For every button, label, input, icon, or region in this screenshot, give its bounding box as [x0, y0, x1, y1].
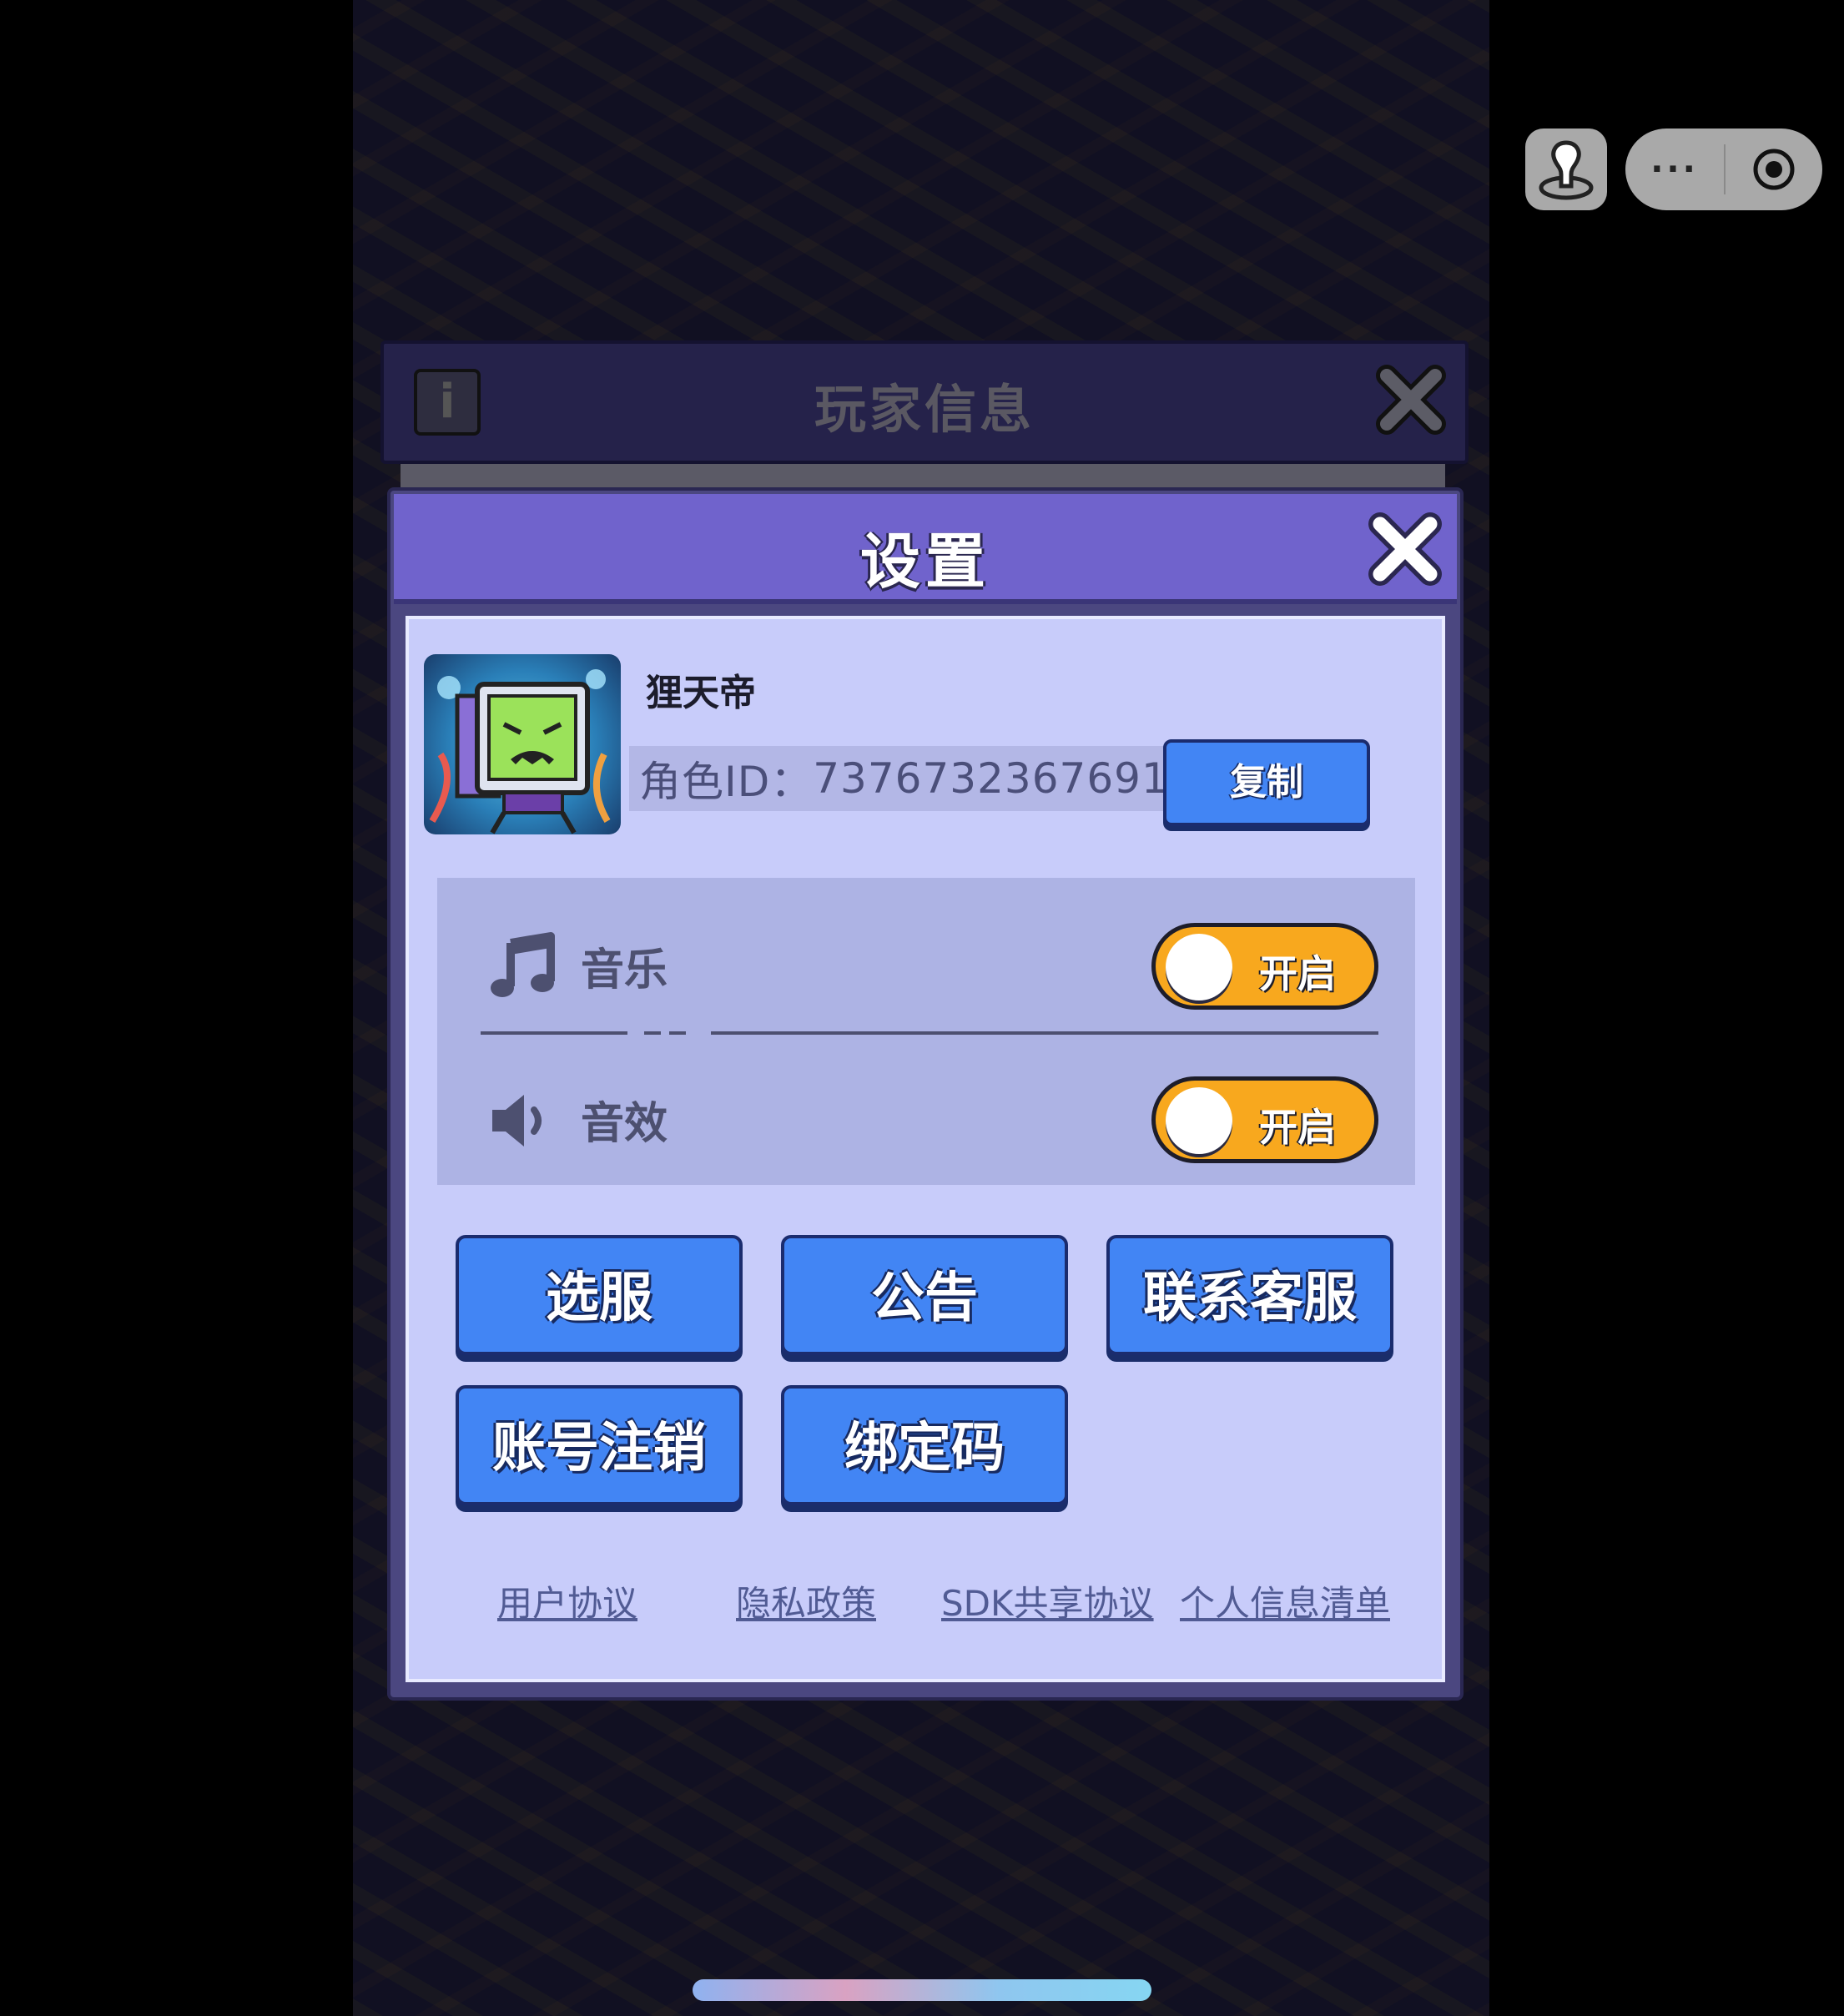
joystick-icon	[1539, 140, 1594, 200]
speaker-icon	[487, 1085, 557, 1158]
settings-close-button[interactable]	[1368, 512, 1442, 589]
settings-header: 设置	[394, 494, 1457, 604]
sound-effect-toggle-label: 开启	[1259, 1105, 1336, 1150]
sound-effect-label: 音效	[581, 1099, 668, 1149]
settings-title: 设置	[859, 527, 990, 597]
player-nickname: 狸天帝	[646, 672, 756, 714]
player-info-panel: i 玩家信息	[380, 340, 1469, 464]
copy-id-button[interactable]: 复制	[1163, 739, 1370, 826]
binding-code-button[interactable]: 绑定码	[781, 1385, 1068, 1505]
contact-service-button[interactable]: 联系客服	[1106, 1235, 1393, 1355]
more-button[interactable]: ···	[1625, 150, 1724, 189]
role-id-row: 角色ID： 73767323676913	[629, 746, 1196, 811]
sound-effect-toggle-knob	[1166, 1087, 1232, 1154]
audio-divider	[481, 1031, 1378, 1035]
role-id-value: 73767323676913	[813, 754, 1197, 803]
settings-body: 狸天帝 角色ID： 73767323676913 复制 音乐 开启 音效 开启 …	[406, 616, 1445, 1682]
music-note-icon	[487, 931, 557, 1005]
close-icon	[1368, 512, 1442, 586]
settings-dialog: 设置 狸天帝 角色ID： 73767323676913 复制 音乐 开启 音效 …	[387, 487, 1464, 1701]
announcement-button[interactable]: 公告	[781, 1235, 1068, 1355]
sdk-sharing-link[interactable]: SDK共享协议	[941, 1575, 1154, 1626]
sound-effect-row: 音效 开启	[437, 1063, 1415, 1163]
music-toggle-label: 开启	[1259, 951, 1336, 996]
user-agreement-link[interactable]: 用户协议	[497, 1575, 637, 1626]
home-indicator[interactable]	[693, 1979, 1151, 2001]
record-circle-icon	[1753, 149, 1795, 190]
close-mini-program-button[interactable]	[1726, 147, 1822, 192]
audio-settings-panel: 音乐 开启 音效 开启	[437, 878, 1415, 1185]
music-toggle-knob	[1166, 934, 1232, 1000]
sound-effect-toggle[interactable]: 开启	[1151, 1076, 1378, 1163]
player-info-title: 玩家信息	[814, 379, 1035, 440]
privacy-policy-link[interactable]: 隐私政策	[736, 1575, 876, 1626]
role-id-label: 角色ID：	[639, 758, 814, 806]
player-info-strip	[401, 464, 1445, 489]
joystick-avatar-button[interactable]	[1525, 129, 1607, 210]
music-label: 音乐	[581, 945, 668, 995]
music-row: 音乐 开启	[437, 910, 1415, 1010]
legal-links: 用户协议 隐私政策 SDK共享协议 个人信息清单	[409, 1575, 1442, 1625]
select-server-button[interactable]: 选服	[456, 1235, 743, 1355]
delete-account-button[interactable]: 账号注销	[456, 1385, 743, 1505]
player-avatar	[424, 654, 621, 834]
player-info-close-icon	[1375, 364, 1447, 439]
personal-info-list-link[interactable]: 个人信息清单	[1180, 1575, 1390, 1626]
music-toggle[interactable]: 开启	[1151, 923, 1378, 1010]
mini-program-capsule: ···	[1625, 129, 1822, 210]
